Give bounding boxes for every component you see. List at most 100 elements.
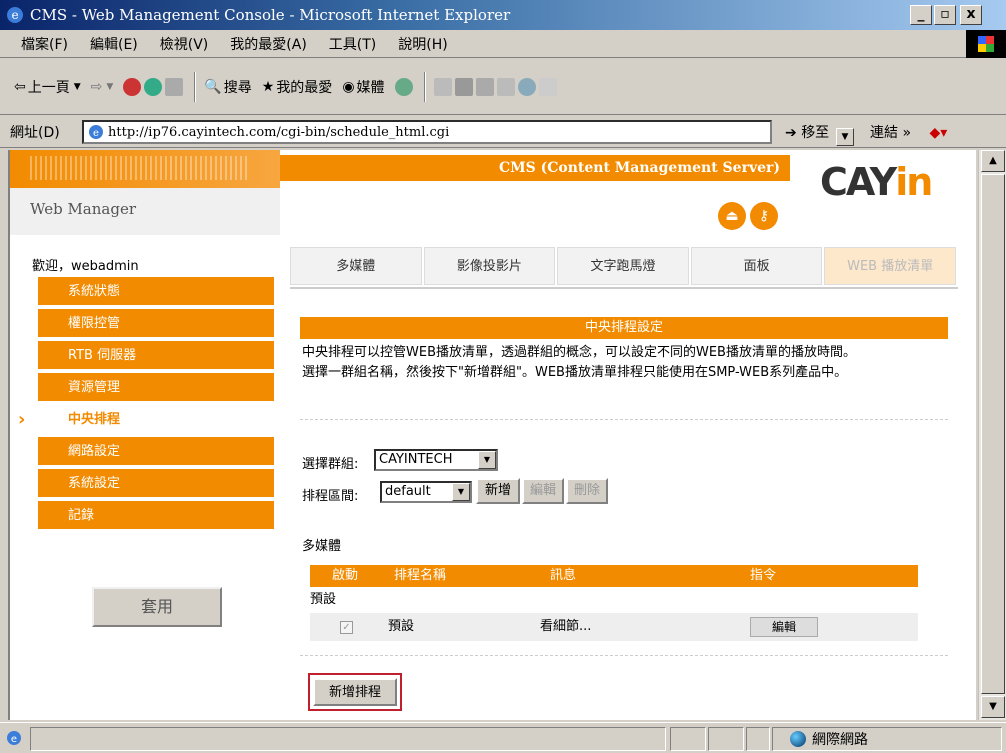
go-arrow-icon: ➔ <box>785 125 797 141</box>
home-icon[interactable] <box>165 77 184 96</box>
forward-arrow-icon: ⇨ <box>90 78 103 95</box>
scroll-up-icon[interactable]: ▲ <box>981 150 1005 172</box>
new-range-button[interactable]: 新增 <box>476 478 520 504</box>
col-command: 指令 <box>750 568 777 583</box>
menu-file[interactable]: 檔案(F) <box>21 34 68 54</box>
sidebar-item-system-status[interactable]: 系統狀態 <box>38 277 274 307</box>
col-enabled: 啟動 <box>332 568 359 583</box>
section-description: 中央排程可以控管WEB播放清單，透過群組的概念，可以設定不同的WEB播放清單的播… <box>302 343 950 383</box>
refresh-icon[interactable] <box>144 77 163 96</box>
page-status-icon: e <box>7 731 21 745</box>
back-button[interactable]: ⇦ 上一頁 ▼ <box>14 77 81 97</box>
ie-icon: e <box>7 7 23 23</box>
sidebar: 歡迎，webadmin 系統狀態 權限控管 RTB 伺服器 資源管理 中央排程 … <box>10 247 280 720</box>
status-cell <box>670 727 706 751</box>
sidebar-item-system-settings[interactable]: 系統設定 <box>38 469 274 499</box>
scroll-thumb[interactable] <box>981 174 1005 694</box>
address-dropdown-button[interactable]: ▼ <box>836 128 854 146</box>
tab-slideshow[interactable]: 影像投影片 <box>423 247 556 285</box>
menu-favorites[interactable]: 我的最愛(A) <box>230 34 307 54</box>
schedule-table-header: 啟動 排程名稱 訊息 指令 <box>310 565 918 587</box>
mail-icon[interactable] <box>433 77 452 96</box>
scroll-down-icon[interactable]: ▼ <box>981 696 1005 718</box>
sidebar-item-central-schedule[interactable]: 中央排程 <box>10 405 274 435</box>
section-title: 中央排程設定 <box>300 317 948 339</box>
sidebar-item-resources[interactable]: 資源管理 <box>38 373 274 403</box>
title-bar: e CMS - Web Management Console - Microso… <box>0 0 1006 30</box>
delete-range-button[interactable]: 刪除 <box>566 478 608 504</box>
tab-panel[interactable]: 面板 <box>690 247 823 285</box>
toolbar-separator <box>194 71 197 102</box>
range-select[interactable]: default ▼ <box>380 481 472 503</box>
menu-help[interactable]: 說明(H) <box>398 34 447 54</box>
toolbar: ⇦ 上一頁 ▼ ⇨ ▼ 🔍 搜尋 ★ 我的最愛 ◉ 媒體 <box>0 59 1006 115</box>
sidebar-item-network[interactable]: 網路設定 <box>38 437 274 467</box>
status-text-cell <box>30 727 666 751</box>
page-content: Web Manager CMS (Content Management Serv… <box>8 150 976 720</box>
description-line-2: 選擇一群組名稱，然後按下"新增群組"。WEB播放清單排程只能使用在SMP-WEB… <box>302 365 848 380</box>
search-label: 搜尋 <box>223 79 252 96</box>
chevron-down-icon[interactable]: ▼ <box>478 451 496 469</box>
vertical-scrollbar[interactable]: ▲ ▼ <box>978 150 1006 720</box>
favorites-icon: ★ <box>261 78 275 95</box>
discuss-icon[interactable] <box>496 77 515 96</box>
links-label: 連結 » <box>870 125 912 141</box>
row-message-link[interactable]: 看細節... <box>540 613 591 641</box>
research-icon[interactable] <box>538 77 557 96</box>
close-button[interactable]: x <box>960 5 982 25</box>
welcome-text: 歡迎，webadmin <box>32 259 139 274</box>
svg-text:e: e <box>93 128 99 139</box>
menu-tools[interactable]: 工具(T) <box>329 34 376 54</box>
apply-button[interactable]: 套用 <box>92 587 222 627</box>
tab-multimedia[interactable]: 多媒體 <box>290 247 422 285</box>
chevron-down-icon: ▼ <box>106 81 114 92</box>
forward-button[interactable]: ⇨ ▼ <box>91 79 114 95</box>
add-schedule-button[interactable]: 新增排程 <box>313 678 397 706</box>
product-banner: CMS (Content Management Server) <box>280 155 790 181</box>
group-select-value: CAYINTECH <box>379 452 453 467</box>
key-icon[interactable]: ⚷ <box>750 202 778 230</box>
address-input[interactable]: e http://ip76.cayintech.com/cgi-bin/sche… <box>82 120 854 146</box>
sidebar-item-permissions[interactable]: 權限控管 <box>38 309 274 339</box>
svg-text:e: e <box>11 8 18 22</box>
menu-view[interactable]: 檢視(V) <box>160 34 209 54</box>
menu-edit[interactable]: 編輯(E) <box>90 34 138 54</box>
divider <box>300 419 948 420</box>
print-icon[interactable] <box>454 77 473 96</box>
enabled-checkbox[interactable]: ✓ <box>340 621 353 634</box>
zone-label: 網際網路 <box>812 732 868 748</box>
toolbar-extension-icon[interactable]: ◆▾ <box>929 125 947 141</box>
edit-page-icon[interactable] <box>475 77 494 96</box>
edit-range-button[interactable]: 編輯 <box>522 478 564 504</box>
cayin-logo: CAYin <box>820 160 933 204</box>
tab-web-playlist[interactable]: WEB 播放清單 <box>824 247 956 285</box>
stop-icon[interactable] <box>123 77 142 96</box>
favorites-button[interactable]: ★ 我的最愛 <box>262 77 333 97</box>
go-button[interactable]: ➔ 移至 <box>785 122 829 142</box>
chevron-down-icon[interactable]: ▼ <box>452 483 470 501</box>
security-zone: 網際網路 <box>790 729 868 749</box>
tab-ticker[interactable]: 文字跑馬燈 <box>557 247 689 285</box>
main-panel: 中央排程設定 中央排程可以控管WEB播放清單，透過群組的概念，可以設定不同的WE… <box>300 295 948 715</box>
row-schedule-name: 預設 <box>388 619 415 634</box>
logo-text-main: CAY <box>820 160 897 204</box>
back-arrow-icon: ⇦ <box>14 78 26 95</box>
sidebar-item-rtb-server[interactable]: RTB 伺服器 <box>38 341 274 371</box>
logo-text-accent: in <box>895 160 933 204</box>
status-cell <box>746 727 770 751</box>
logout-icon[interactable]: ⏏ <box>718 202 746 230</box>
links-button[interactable]: 連結 » ◆▾ <box>870 122 947 142</box>
tab-bar: 多媒體 影像投影片 文字跑馬燈 面板 WEB 播放清單 <box>290 247 958 285</box>
row-edit-button[interactable]: 編輯 <box>750 617 818 637</box>
minimize-button[interactable]: _ <box>910 5 932 25</box>
sidebar-item-logs[interactable]: 記錄 <box>38 501 274 531</box>
maximize-button[interactable]: ▫ <box>934 5 956 25</box>
messenger-icon[interactable] <box>517 77 536 96</box>
window-title: CMS - Web Management Console - Microsoft… <box>30 6 511 24</box>
history-icon[interactable] <box>394 77 413 96</box>
address-label: 網址(D) <box>10 124 60 141</box>
group-select[interactable]: CAYINTECH ▼ <box>374 449 498 471</box>
status-bar: e 網際網路 <box>0 722 1006 753</box>
media-button[interactable]: ◉ 媒體 <box>342 77 384 97</box>
search-button[interactable]: 🔍 搜尋 <box>204 77 251 97</box>
